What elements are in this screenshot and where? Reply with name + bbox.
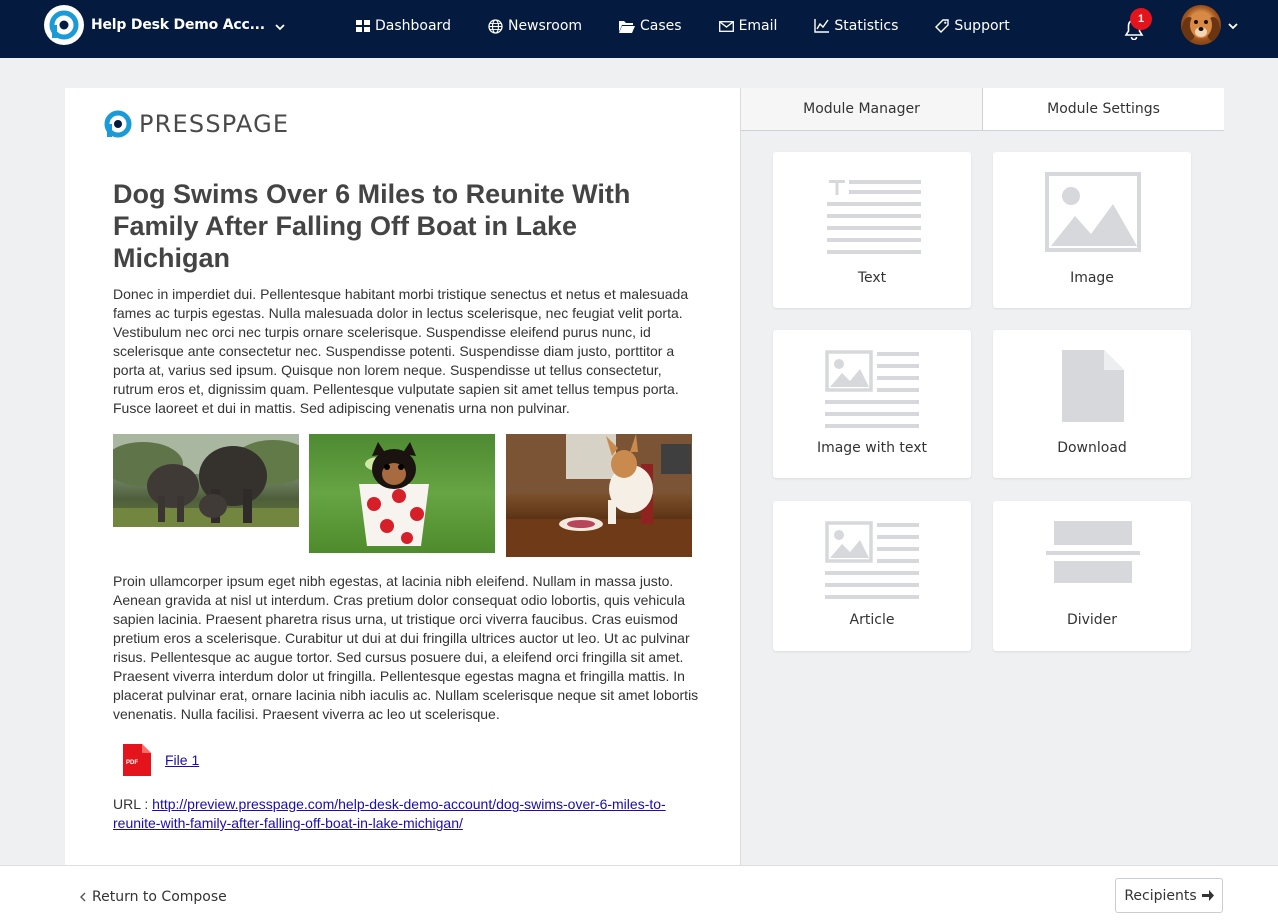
recipients-label: Recipients <box>1124 887 1197 904</box>
elephants-image[interactable] <box>113 434 299 527</box>
module-panel: Module Manager Module Settings Text Imag… <box>740 88 1224 865</box>
chart-icon <box>814 19 830 33</box>
return-to-compose-link[interactable]: Return to Compose <box>79 889 227 905</box>
presspage-logo-icon <box>44 5 84 45</box>
pdf-file-icon-label: PDF <box>126 760 138 766</box>
presspage-wordmark: PRESSPAGE <box>139 110 290 138</box>
globe-icon <box>488 18 503 34</box>
preview-url: URL : http://preview.presspage.com/help-… <box>113 795 703 833</box>
module-text[interactable]: Text <box>773 152 971 308</box>
chevron-left-icon <box>80 892 86 902</box>
nav-dashboard-label: Dashboard <box>375 18 451 34</box>
notification-badge: 1 <box>1130 8 1152 30</box>
nav-cases[interactable]: Cases <box>619 18 682 34</box>
module-text-label: Text <box>857 270 887 286</box>
module-divider-label: Divider <box>1066 612 1118 628</box>
account-switcher[interactable]: Help Desk Demo Acc... <box>44 5 285 45</box>
nav-cases-label: Cases <box>640 18 682 34</box>
grid-icon <box>356 20 370 32</box>
main-nav: Dashboard Newsroom Cases Email Statistic… <box>356 18 1047 34</box>
puppy-in-cup-image[interactable] <box>309 434 495 553</box>
press-release-editor: PRESSPAGE Dog Swims Over 6 Miles to Reun… <box>65 88 740 865</box>
nav-newsroom[interactable]: Newsroom <box>488 18 582 34</box>
chevron-down-icon[interactable] <box>1228 23 1238 30</box>
divider-module-icon <box>1046 521 1140 583</box>
image-module-icon <box>1045 172 1141 252</box>
image-with-text-module-icon <box>825 350 919 428</box>
module-image-with-text[interactable]: Image with text <box>773 330 971 478</box>
nav-dashboard[interactable]: Dashboard <box>356 18 451 34</box>
file-link[interactable]: File 1 <box>165 752 199 768</box>
top-navbar: Help Desk Demo Acc... Dashboard Newsroom… <box>0 0 1278 58</box>
return-label: Return to Compose <box>92 889 227 905</box>
presspage-logo-icon <box>104 110 132 138</box>
arrow-right-icon <box>1201 890 1214 901</box>
panel-tabs: Module Manager Module Settings <box>741 88 1224 131</box>
pdf-file-icon: PDF <box>123 744 151 776</box>
module-download-label: Download <box>1057 440 1127 456</box>
dog-avatar-icon <box>1182 12 1220 41</box>
text-module-icon <box>827 180 921 254</box>
nav-statistics[interactable]: Statistics <box>814 18 898 34</box>
nav-support-label: Support <box>954 18 1010 34</box>
avatar[interactable] <box>1181 5 1221 45</box>
tab-module-settings[interactable]: Module Settings <box>983 88 1224 130</box>
file-attachment[interactable]: PDF File 1 <box>123 744 199 776</box>
module-image[interactable]: Image <box>993 152 1191 308</box>
footer-bar: Return to Compose Recipients <box>0 865 1278 922</box>
module-article-label: Article <box>849 612 895 628</box>
module-download[interactable]: Download <box>993 330 1191 478</box>
nav-email[interactable]: Email <box>718 18 778 34</box>
module-image-label: Image <box>1070 270 1114 286</box>
nav-email-label: Email <box>738 18 778 34</box>
envelope-icon <box>718 20 734 32</box>
recipients-button[interactable]: Recipients <box>1115 878 1223 913</box>
nav-newsroom-label: Newsroom <box>507 18 583 34</box>
presspage-logo: PRESSPAGE <box>103 109 289 139</box>
nav-support[interactable]: Support <box>935 18 1010 34</box>
file-icon <box>1062 350 1124 422</box>
support-icon <box>935 19 950 33</box>
module-image-with-text-label: Image with text <box>816 440 928 456</box>
url-label: URL : <box>113 796 153 812</box>
module-article[interactable]: Article <box>773 501 971 651</box>
nav-statistics-label: Statistics <box>834 18 899 34</box>
account-name: Help Desk Demo Acc... <box>91 17 265 33</box>
module-divider[interactable]: Divider <box>993 501 1191 651</box>
preview-url-link[interactable]: http://preview.presspage.com/help-desk-d… <box>113 796 666 831</box>
body-paragraph-2[interactable]: Proin ullamcorper ipsum eget nibh egesta… <box>113 572 703 724</box>
dog-at-table-image[interactable] <box>506 434 692 557</box>
folder-icon <box>619 20 636 33</box>
body-paragraph-1[interactable]: Donec in imperdiet dui. Pellentesque hab… <box>113 285 703 418</box>
tab-module-manager[interactable]: Module Manager <box>741 88 983 130</box>
chevron-down-icon <box>275 23 285 30</box>
headline[interactable]: Dog Swims Over 6 Miles to Reunite With F… <box>113 178 673 274</box>
article-module-icon <box>825 521 919 599</box>
